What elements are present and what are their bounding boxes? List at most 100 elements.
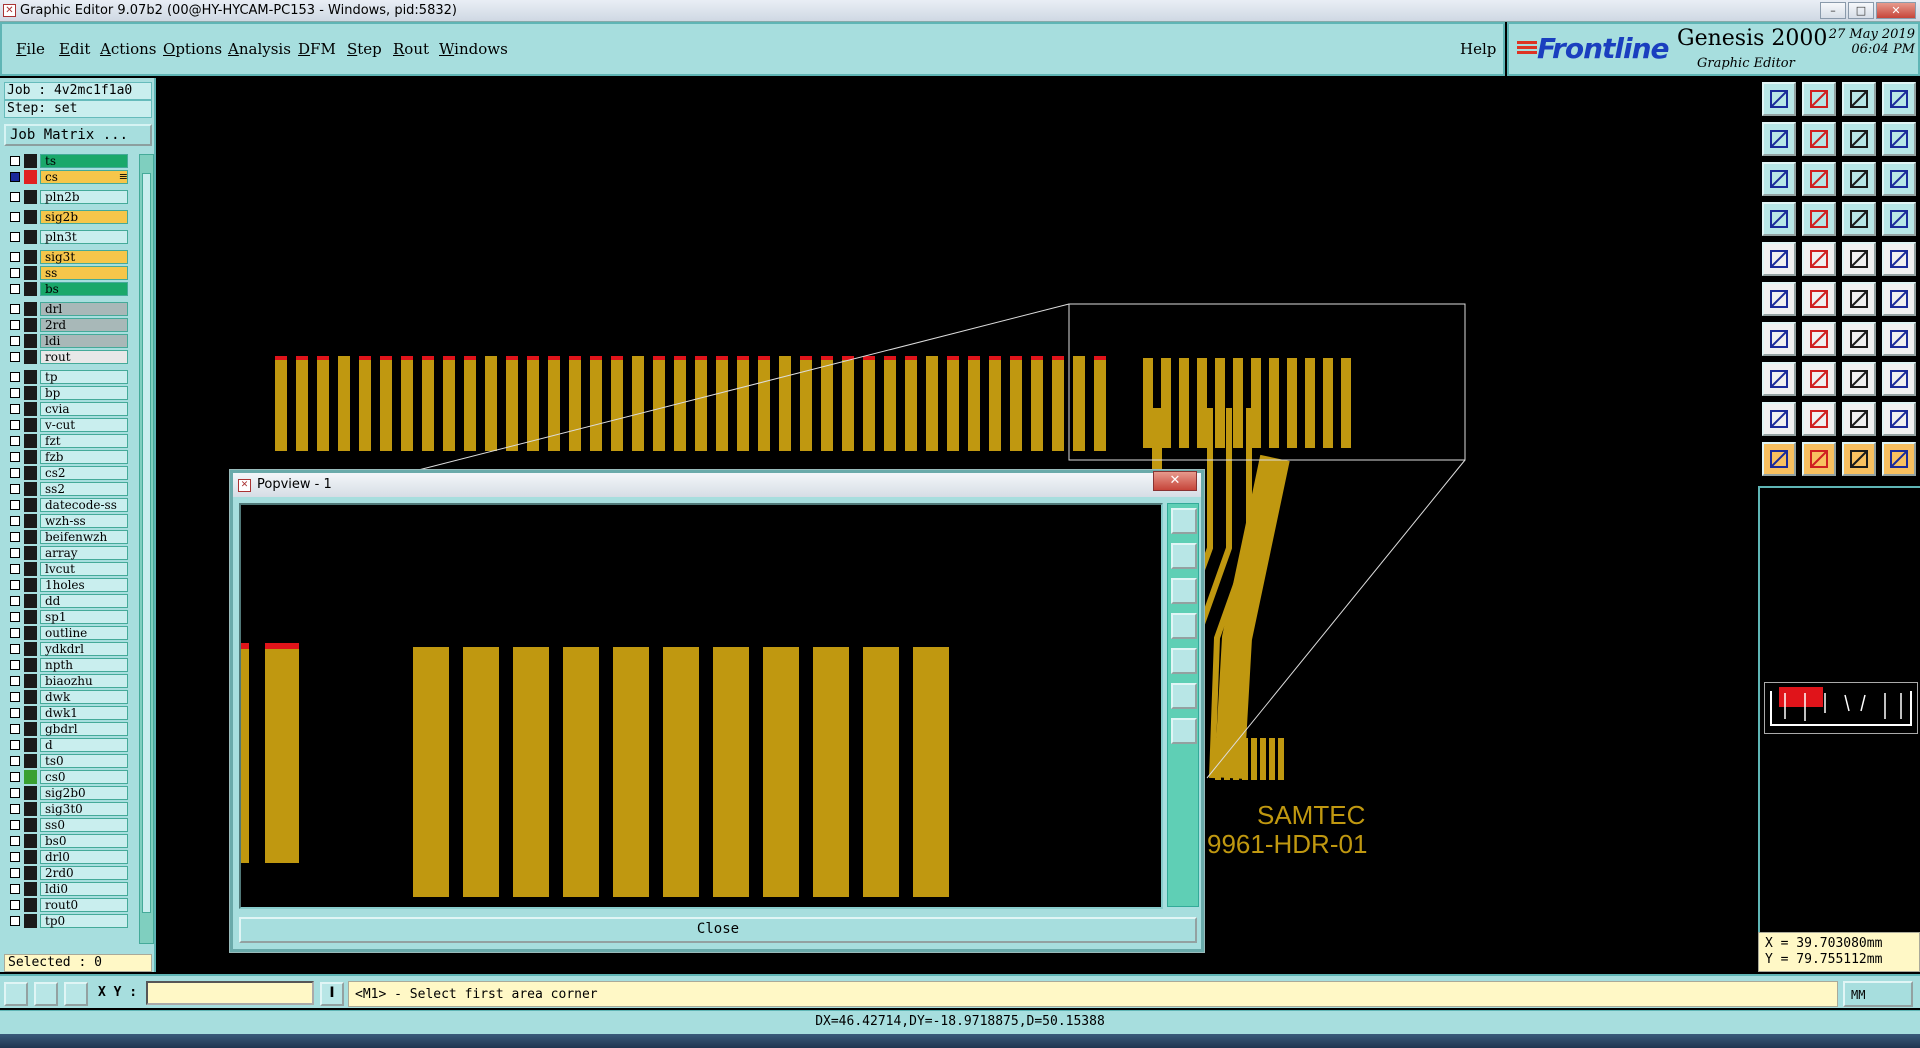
save-icon[interactable] — [1802, 82, 1836, 116]
select-net-icon[interactable] — [1842, 442, 1876, 476]
layer-checkbox[interactable] — [10, 804, 20, 814]
layer-row[interactable]: dwk — [4, 690, 130, 704]
layer-checkbox[interactable] — [10, 500, 20, 510]
layer-name[interactable]: bp — [40, 386, 128, 400]
layer-row[interactable]: d — [4, 738, 130, 752]
layer-row[interactable]: drl — [4, 302, 130, 316]
maximize-button[interactable]: □ — [1848, 2, 1874, 19]
menu-step[interactable]: Step — [347, 40, 382, 58]
layer-checkbox[interactable] — [10, 404, 20, 414]
close-window-button[interactable]: ✕ — [1876, 2, 1916, 19]
layer-row[interactable]: cvia — [4, 402, 130, 416]
snap-grid-icon[interactable] — [4, 982, 28, 1006]
layer-row[interactable]: cs2 — [4, 466, 130, 480]
layer-row[interactable]: drl0 — [4, 850, 130, 864]
layer-row[interactable]: rout — [4, 350, 130, 364]
grid-icon[interactable] — [1802, 202, 1836, 236]
layer-color-swatch[interactable] — [24, 802, 37, 816]
units-selector[interactable]: MM — [1843, 981, 1913, 1007]
route-icon[interactable] — [1842, 282, 1876, 316]
layer-name[interactable]: ss2 — [40, 482, 128, 496]
layer-color-swatch[interactable] — [24, 546, 37, 560]
layer-name[interactable]: bs — [40, 282, 128, 296]
menu-windows[interactable]: Windows — [439, 40, 508, 58]
layer-name[interactable]: ss0 — [40, 818, 128, 832]
layer-checkbox[interactable] — [10, 352, 20, 362]
layer-name[interactable]: 1holes — [40, 578, 128, 592]
layer-color-swatch[interactable] — [24, 514, 37, 528]
layer-checkbox[interactable] — [10, 484, 20, 494]
menu-rout[interactable]: Rout — [393, 40, 429, 58]
mirror-icon[interactable] — [1802, 402, 1836, 436]
copy-icon[interactable] — [1842, 362, 1876, 396]
layer-color-swatch[interactable] — [24, 818, 37, 832]
layer-checkbox[interactable] — [10, 516, 20, 526]
layer-checkbox[interactable] — [10, 304, 20, 314]
layer-row[interactable]: sig3t0 — [4, 802, 130, 816]
layer-color-swatch[interactable] — [24, 482, 37, 496]
layer-row[interactable]: bs0 — [4, 834, 130, 848]
step-in-icon[interactable] — [1762, 122, 1796, 156]
layer-color-swatch[interactable] — [24, 530, 37, 544]
zoom-fit-icon[interactable] — [1762, 162, 1796, 196]
layer-row[interactable]: outline — [4, 626, 130, 640]
layer-checkbox[interactable] — [10, 596, 20, 606]
measure-icon[interactable] — [1762, 202, 1796, 236]
layer-checkbox[interactable] — [10, 900, 20, 910]
layer-row[interactable]: lvcut — [4, 562, 130, 576]
layer-name[interactable]: npth — [40, 658, 128, 672]
layer-name[interactable]: ss — [40, 266, 128, 280]
layer-checkbox[interactable] — [10, 436, 20, 446]
layer-row[interactable]: 2rd — [4, 318, 130, 332]
layer-row[interactable]: pln3t — [4, 230, 130, 244]
layer-color-swatch[interactable] — [24, 786, 37, 800]
layer-checkbox[interactable] — [10, 708, 20, 718]
layer-color-swatch[interactable] — [24, 866, 37, 880]
layer-name[interactable]: array — [40, 546, 128, 560]
popview-pan-left-icon[interactable] — [1171, 613, 1197, 639]
layer-row[interactable]: beifenwzh — [4, 530, 130, 544]
layer-checkbox[interactable] — [10, 692, 20, 702]
layer-name[interactable]: tp — [40, 370, 128, 384]
layer-name[interactable]: sp1 — [40, 610, 128, 624]
layer-row[interactable]: sig2b — [4, 210, 130, 224]
layer-color-swatch[interactable] — [24, 434, 37, 448]
layer-color-swatch[interactable] — [24, 154, 37, 168]
layer-checkbox[interactable] — [10, 192, 20, 202]
layer-color-swatch[interactable] — [24, 266, 37, 280]
layer-name[interactable]: sig3t — [40, 250, 128, 264]
layer-checkbox[interactable] — [10, 676, 20, 686]
layer-row[interactable]: fzb — [4, 450, 130, 464]
layer-color-swatch[interactable] — [24, 386, 37, 400]
layer-checkbox[interactable] — [10, 836, 20, 846]
popview-pan-right-icon[interactable] — [1171, 648, 1197, 674]
popview-title-bar[interactable]: ✕ Popview - 1 — [233, 473, 1201, 497]
popview-zoom-out-icon[interactable] — [1171, 578, 1197, 604]
layer-color-swatch[interactable] — [24, 334, 37, 348]
layer-name[interactable]: ts0 — [40, 754, 128, 768]
layer-color-swatch[interactable] — [24, 282, 37, 296]
layer-name[interactable]: 2rd0 — [40, 866, 128, 880]
layer-list-scrollbar[interactable] — [139, 154, 154, 944]
zoom-home-icon[interactable] — [1802, 162, 1836, 196]
layer-row[interactable]: sig3t — [4, 250, 130, 264]
home-icon[interactable] — [1842, 82, 1876, 116]
layer-color-swatch[interactable] — [24, 770, 37, 784]
open-job-icon[interactable] — [1762, 82, 1796, 116]
layer-row[interactable]: npth — [4, 658, 130, 672]
layer-name[interactable]: cs2 — [40, 466, 128, 480]
layer-row[interactable]: dd — [4, 594, 130, 608]
layer-checkbox[interactable] — [10, 284, 20, 294]
layer-row[interactable]: gbdrl — [4, 722, 130, 736]
layer-checkbox[interactable] — [10, 740, 20, 750]
layer-checkbox[interactable] — [10, 212, 20, 222]
layer-row[interactable]: 1holes — [4, 578, 130, 592]
layer-row[interactable]: tp — [4, 370, 130, 384]
layer-name[interactable]: bs0 — [40, 834, 128, 848]
layer-row[interactable]: fzt — [4, 434, 130, 448]
draw-line-icon[interactable] — [1762, 322, 1796, 356]
layer-checkbox[interactable] — [10, 916, 20, 926]
layer-color-swatch[interactable] — [24, 626, 37, 640]
layer-name[interactable]: sig3t0 — [40, 802, 128, 816]
menu-file[interactable]: File — [16, 40, 45, 58]
